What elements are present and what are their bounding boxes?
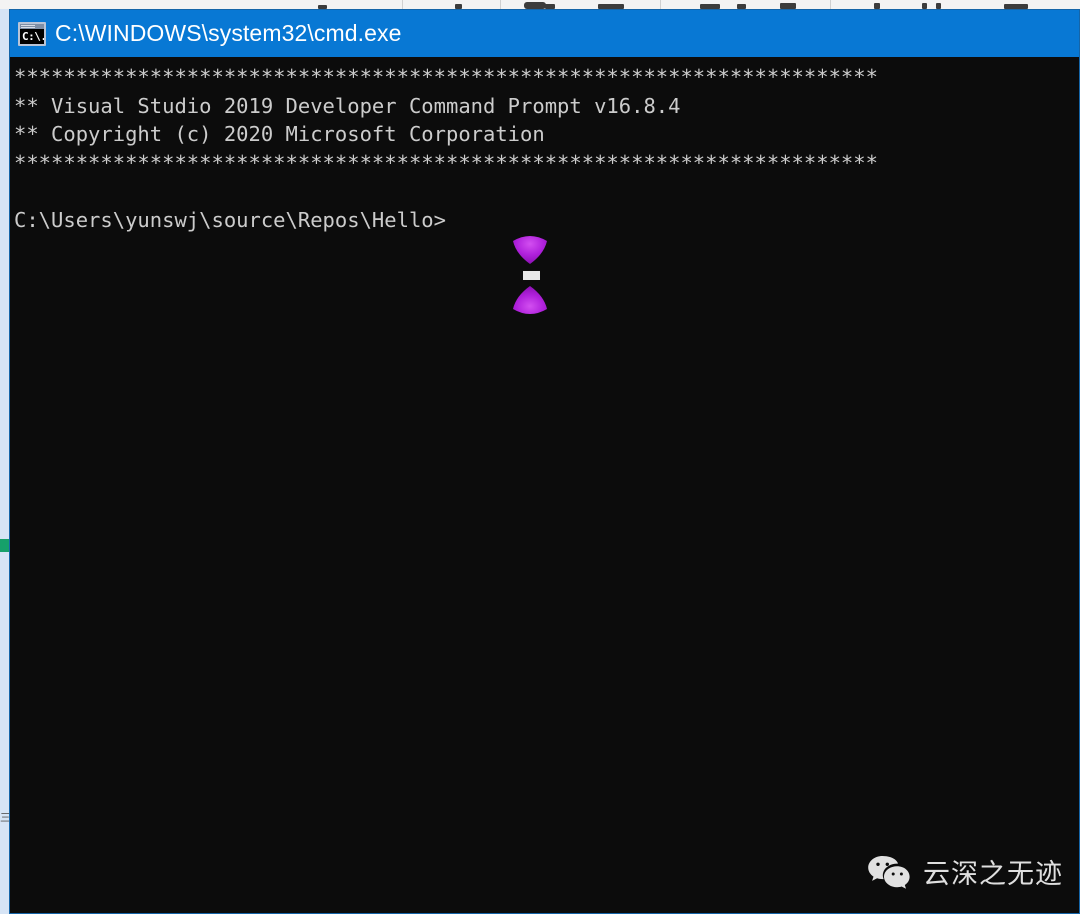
console-line-banner-top: ****************************************… — [14, 65, 878, 89]
annotation-cone-up-icon — [510, 285, 550, 315]
watermark-text: 云深之无迹 — [923, 859, 1063, 890]
console-line-copyright: ** Copyright (c) 2020 Microsoft Corporat… — [14, 122, 545, 146]
cmd-console-window[interactable]: C:\. C:\WINDOWS\system32\cmd.exe *******… — [9, 9, 1080, 914]
console-output-area[interactable]: ****************************************… — [10, 57, 1079, 913]
watermark: 云深之无迹 — [867, 852, 1063, 891]
cmd-icon-glyph: C:\. — [22, 29, 46, 43]
console-line-blank — [14, 177, 1079, 206]
annotation-cone-down-icon — [510, 235, 550, 265]
wechat-logo-icon — [868, 855, 910, 889]
background-green-marker — [0, 539, 9, 552]
console-cursor — [523, 271, 540, 280]
cmd-console-icon: C:\. — [18, 21, 46, 46]
console-line-prompt: C:\Users\yunswj\source\Repos\Hello> — [14, 207, 446, 232]
title-bar[interactable]: C:\. C:\WINDOWS\system32\cmd.exe — [10, 10, 1079, 57]
background-toolbar — [0, 0, 1080, 9]
console-line-product: ** Visual Studio 2019 Developer Command … — [14, 93, 681, 118]
console-line-banner-bottom: ****************************************… — [14, 150, 878, 175]
console-text: ****************************************… — [14, 63, 1079, 234]
window-title: C:\WINDOWS\system32\cmd.exe — [55, 20, 402, 46]
